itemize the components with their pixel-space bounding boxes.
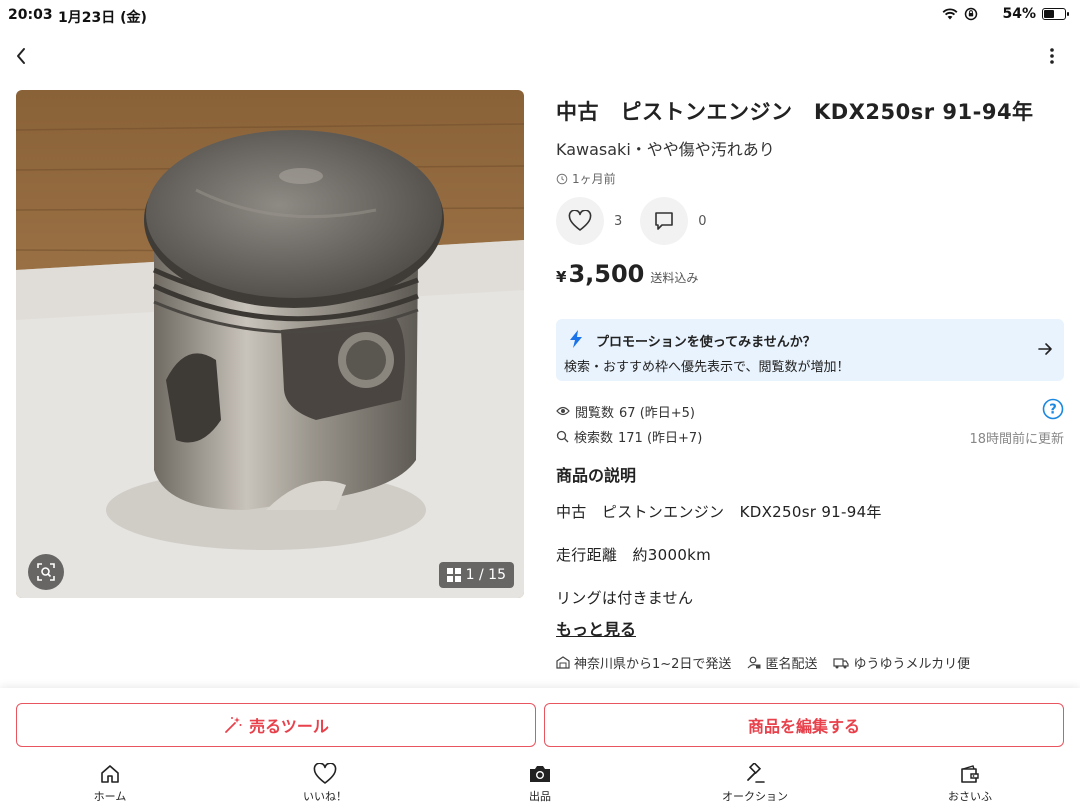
promotion-banner[interactable]: プロモーションを使ってみませんか？ 検索・おすすめ枠へ優先表示で、閲覧数が増加！: [556, 319, 1064, 381]
item-title: 中古 ピストンエンジン KDX250sr 91-94年: [556, 100, 1034, 124]
stats-updated: 18時間前に更新: [969, 432, 1064, 447]
warehouse-icon: [556, 656, 570, 669]
edit-item-button[interactable]: 商品を編集する: [544, 703, 1064, 747]
eye-icon: [556, 406, 570, 416]
views-row: 閲覧数 67 (昨日+5): [556, 402, 1064, 421]
help-button[interactable]: ?: [1042, 398, 1064, 420]
clock-icon: [556, 173, 568, 184]
tab-auction[interactable]: オークション: [695, 763, 815, 804]
ship-anonymous: 匿名配送: [747, 653, 817, 672]
wallet-icon: [961, 765, 979, 783]
rotation-lock-icon: [965, 7, 978, 21]
shipping-info: 神奈川県から1~2日で発送 匿名配送 ゆうゆうメルカリ便: [556, 653, 986, 672]
searches-label: 検索数: [574, 430, 614, 446]
tab-sell[interactable]: 出品: [480, 763, 600, 804]
views-value: 67 (昨日+5): [619, 405, 695, 421]
tab-likes[interactable]: いいね！: [265, 763, 385, 804]
comment-icon: [655, 212, 674, 230]
tab-home[interactable]: ホーム: [50, 763, 170, 804]
stats: 閲覧数 67 (昨日+5) 検索数 171 (昨日+7) ? 18時間前に更新: [556, 398, 1064, 447]
more-options-button[interactable]: [1040, 44, 1064, 68]
ship-origin-text: 神奈川県から1~2日で発送: [574, 657, 732, 672]
see-more-link[interactable]: もっと見る: [556, 616, 636, 640]
price-amount: 3,500: [568, 260, 645, 288]
like-button[interactable]: [556, 197, 604, 245]
photo-counter-text: 1 / 15: [465, 567, 506, 583]
description-line: 走行距離 約3000km: [556, 546, 712, 564]
item-details: 中古 ピストンエンジン KDX250sr 91-94年 Kawasaki・やや傷…: [556, 96, 1064, 672]
comment-button[interactable]: [640, 197, 689, 245]
ship-method-text: ゆうゆうメルカリ便: [853, 657, 971, 672]
promotion-description: 検索・おすすめ枠へ優先表示で、閲覧数が増加！: [564, 360, 850, 375]
bottom-panel: 売るツール 商品を編集する ホーム いいね！ 出品 オークション おさいふ: [0, 688, 1080, 810]
back-button[interactable]: [10, 44, 34, 68]
battery-level: [1044, 10, 1054, 18]
arrow-right-icon: [1038, 343, 1052, 355]
status-time: 20:03: [8, 7, 53, 23]
views-label: 閲覧数: [575, 405, 615, 421]
price-currency: ¥: [556, 268, 567, 286]
ship-origin: 神奈川県から1~2日で発送: [556, 653, 731, 672]
tab-wallet[interactable]: おさいふ: [910, 763, 1030, 804]
search-icon: [556, 430, 569, 442]
description-line: 中古 ピストンエンジン KDX250sr 91-94年: [556, 503, 882, 521]
reactions: 3 0: [556, 197, 725, 245]
product-photo[interactable]: 1 / 15: [16, 90, 524, 598]
posted-time: 1ヶ月前: [556, 170, 1064, 187]
battery-percent: 54%: [1002, 6, 1036, 22]
more-vertical-icon: [1050, 48, 1054, 64]
photo-counter[interactable]: 1 / 15: [438, 562, 514, 588]
tab-wallet-label: おさいふ: [948, 790, 992, 803]
zoom-button[interactable]: [28, 554, 64, 590]
sell-tool-button[interactable]: 売るツール: [16, 703, 536, 747]
status-bar: 20:03 1月23日 (金) 54%: [0, 0, 1080, 32]
price: ¥ 3,500 送料込み: [556, 260, 698, 288]
heart-icon: [568, 210, 592, 231]
chevron-left-icon: [17, 48, 25, 64]
ship-method: ゆうゆうメルカリ便: [833, 653, 970, 672]
tab-bar: ホーム いいね！ 出品 オークション おさいふ: [0, 763, 1080, 810]
shipping-included: 送料込み: [650, 271, 699, 285]
like-count: 3: [614, 213, 623, 229]
sell-tool-label: 売るツール: [249, 717, 329, 736]
svg-text:?: ?: [1049, 403, 1057, 418]
help-circle-icon: ?: [1042, 398, 1064, 420]
edit-item-label: 商品を編集する: [747, 717, 860, 736]
piston-image: [16, 90, 524, 598]
tab-likes-label: いいね！: [303, 790, 347, 803]
gavel-icon: [747, 763, 765, 783]
magic-wand-icon: [225, 717, 242, 733]
truck-icon: [833, 657, 850, 668]
status-right: 54%: [942, 6, 1069, 22]
scan-zoom-icon: [37, 563, 55, 581]
description-heading: 商品の説明: [556, 466, 637, 485]
grid-icon: [446, 568, 461, 582]
tab-home-label: ホーム: [93, 790, 127, 803]
status-date: 1月23日 (金): [58, 10, 147, 26]
tab-sell-label: 出品: [529, 790, 551, 803]
camera-icon: [530, 766, 550, 782]
moon-icon: [985, 9, 993, 19]
searches-value: 171 (昨日+7): [618, 430, 703, 446]
anonymous-user-icon: [747, 656, 761, 669]
ship-anonymous-text: 匿名配送: [765, 657, 818, 672]
comment-count: 0: [698, 213, 707, 229]
battery-icon: [1042, 8, 1069, 20]
tab-auction-label: オークション: [722, 790, 788, 803]
description-line: リングは付きません: [556, 589, 694, 607]
wifi-icon: [943, 8, 958, 20]
home-icon: [101, 765, 119, 783]
promotion-title: プロモーションを使ってみませんか？: [596, 335, 816, 350]
heart-icon: [313, 763, 337, 784]
posted-time-text: 1ヶ月前: [572, 172, 616, 186]
lightning-icon: [570, 330, 582, 348]
item-subtitle: Kawasaki・やや傷や汚れあり: [556, 140, 775, 159]
